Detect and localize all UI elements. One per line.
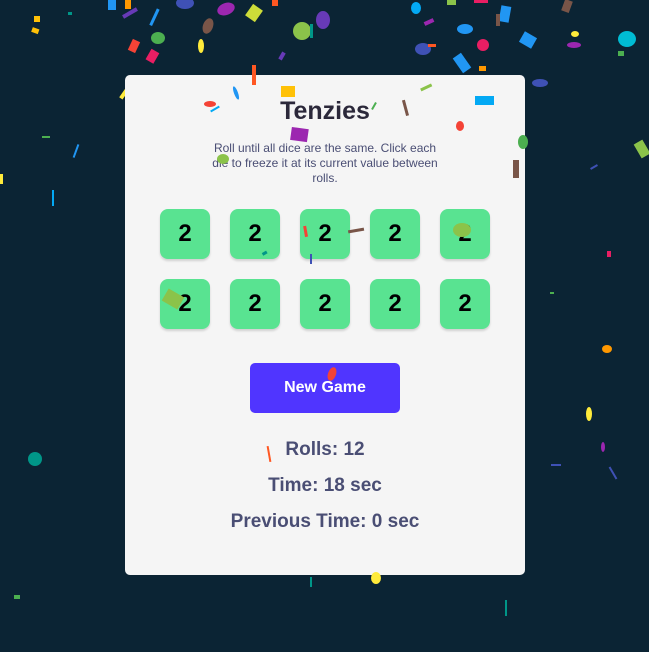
die-9[interactable]: 2 (370, 279, 420, 329)
previous-time: Previous Time: 0 sec (230, 511, 420, 532)
die-5[interactable]: 2 (440, 209, 490, 259)
die-10[interactable]: 2 (440, 279, 490, 329)
die-4[interactable]: 2 (370, 209, 420, 259)
die-6[interactable]: 2 (160, 279, 210, 329)
die-3[interactable]: 2 (300, 209, 350, 259)
rolls-counter: Rolls: 12 (285, 439, 365, 460)
time-counter: Time: 18 sec (268, 475, 382, 496)
die-1[interactable]: 2 (160, 209, 210, 259)
game-instructions: Roll until all dice are the same. Click … (212, 141, 438, 185)
game-card: Tenzies Roll until all dice are the same… (125, 75, 525, 575)
game-title: Tenzies (280, 97, 370, 125)
die-7[interactable]: 2 (230, 279, 280, 329)
die-2[interactable]: 2 (230, 209, 280, 259)
die-8[interactable]: 2 (300, 279, 350, 329)
dice-grid: 2 2 2 2 2 2 2 2 2 2 (160, 209, 490, 329)
new-game-button[interactable]: New Game (250, 363, 400, 413)
